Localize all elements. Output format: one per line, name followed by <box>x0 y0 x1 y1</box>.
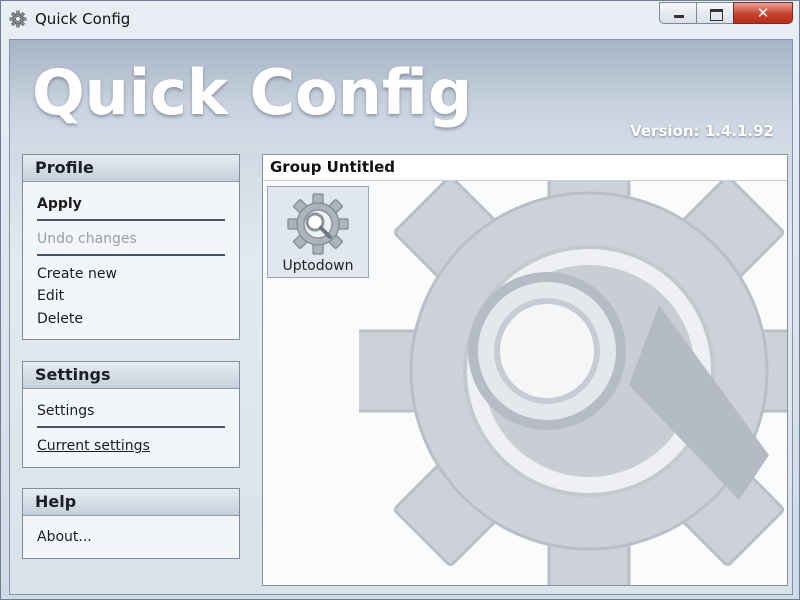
delete-link[interactable]: Delete <box>37 311 83 327</box>
gear-magnifier-icon <box>287 193 349 255</box>
app-title: Quick Config <box>32 56 473 129</box>
minimize-icon <box>674 15 684 18</box>
divider <box>37 254 225 256</box>
minimize-button[interactable] <box>659 2 697 24</box>
current-settings-link[interactable]: Current settings <box>37 438 150 454</box>
profile-panel: Profile Apply Undo changes Create new Ed… <box>22 154 240 340</box>
gear-icon <box>9 10 27 28</box>
gear-watermark-icon <box>359 155 787 585</box>
edit-link[interactable]: Edit <box>37 288 64 304</box>
client-area: Quick Config Version: 1.4.1.92 Profile A… <box>9 39 793 595</box>
maximize-icon <box>710 9 723 21</box>
help-panel: Help About... <box>22 488 240 559</box>
undo-changes-link[interactable]: Undo changes <box>37 231 137 247</box>
about-link[interactable]: About... <box>37 529 92 545</box>
profile-tile[interactable]: Uptodown <box>267 186 369 278</box>
close-button[interactable]: ✕ <box>733 2 793 24</box>
settings-panel: Settings Settings Current settings <box>22 361 240 468</box>
window-title: Quick Config <box>35 10 131 28</box>
title-bar[interactable]: Quick Config ✕ <box>1 1 799 39</box>
group-title: Group Untitled <box>270 158 396 176</box>
profile-group-pane: Group Untitled Uptodown <box>262 154 788 586</box>
header-banner: Quick Config Version: 1.4.1.92 <box>10 40 792 152</box>
close-icon: ✕ <box>756 4 770 22</box>
help-panel-title: Help <box>23 489 239 516</box>
settings-panel-title: Settings <box>23 362 239 389</box>
app-window: Quick Config ✕ Quick Config Version: 1.4… <box>0 0 800 600</box>
create-new-link[interactable]: Create new <box>37 266 117 282</box>
group-header: Group Untitled <box>263 155 787 181</box>
profile-panel-title: Profile <box>23 155 239 182</box>
apply-link[interactable]: Apply <box>37 196 82 212</box>
settings-link[interactable]: Settings <box>37 403 94 419</box>
version-label: Version: 1.4.1.92 <box>630 122 774 140</box>
divider <box>37 219 225 221</box>
divider <box>37 426 225 428</box>
window-controls: ✕ <box>659 2 793 26</box>
tile-label: Uptodown <box>282 258 354 274</box>
maximize-button[interactable] <box>696 2 734 24</box>
